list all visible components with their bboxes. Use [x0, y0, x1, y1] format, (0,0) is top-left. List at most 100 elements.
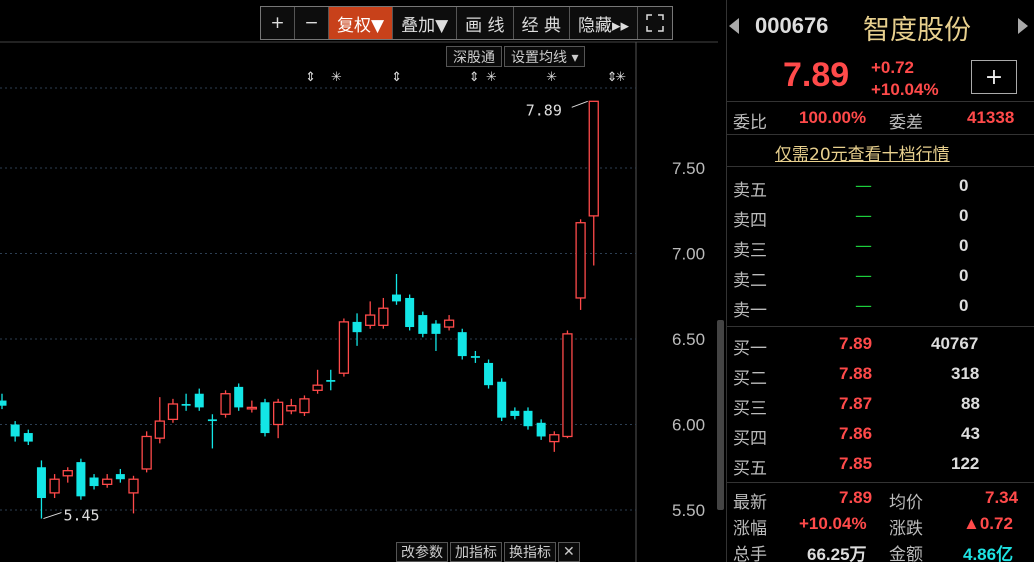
candle-body	[392, 294, 401, 302]
ask-price: —	[855, 236, 872, 256]
add-indicator-button[interactable]: 加指标	[450, 542, 502, 562]
candle-body	[0, 400, 7, 406]
indicator-bar: 改参数 加指标 换指标 ✕	[396, 542, 580, 562]
junjia-value: 7.34	[985, 488, 1019, 507]
candle-body	[49, 478, 60, 494]
high-pointer	[571, 100, 588, 108]
ask-level-label: 卖三	[733, 241, 767, 261]
bid-volume: 40767	[931, 334, 979, 353]
jine-value: 4.86亿	[963, 545, 1014, 562]
y-tick-label: 6.00	[672, 416, 705, 435]
divider	[727, 326, 1034, 327]
y-tick-label: 5.50	[672, 501, 705, 520]
event-marker-icon: ✳	[615, 70, 626, 85]
candle-body	[286, 405, 297, 412]
candle-body	[36, 467, 46, 499]
draw-line-button[interactable]: 画 线	[457, 7, 514, 39]
stock-header: 000676 智度股份	[727, 0, 1034, 52]
bid-level-label: 买四	[733, 429, 767, 449]
zuixin-label: 最新	[733, 493, 767, 513]
add-watchlist-button[interactable]: +	[971, 60, 1017, 94]
fuquan-dropdown[interactable]: 复权▼	[329, 7, 394, 39]
ask-level-label: 卖一	[733, 301, 767, 321]
close-indicator-icon[interactable]: ✕	[558, 542, 580, 562]
shengutong-button[interactable]: 深股通	[446, 46, 502, 67]
price-change-pct: +10.04%	[871, 80, 939, 99]
candle-body	[536, 422, 546, 437]
candle-body	[220, 393, 231, 415]
prev-stock-icon[interactable]	[729, 18, 739, 34]
hide-button[interactable]: 隐藏▸▸	[570, 7, 639, 39]
set-ma-dropdown[interactable]: 设置均线 ▾	[504, 46, 586, 67]
candle-body	[431, 323, 441, 334]
candle-body	[102, 478, 113, 486]
zhangfu-value: +10.04%	[799, 514, 867, 533]
candle-body	[272, 401, 284, 426]
kline-chart-area[interactable]: 7.50 7.00 6.50 6.00 5.50 ⇕ ✳ ⇕ ⇕ ✳ ✳ ⇕ ✳ 7.89 5.45 + −…	[0, 0, 724, 562]
ask-volume: 0	[959, 266, 969, 285]
candle-body	[575, 222, 586, 299]
candle-body	[523, 410, 533, 427]
divider	[727, 482, 1034, 483]
candle-body	[497, 381, 507, 418]
candle-body	[312, 384, 323, 391]
ask-price: —	[855, 296, 872, 316]
candle-body	[23, 433, 33, 442]
candle-body	[62, 470, 73, 477]
bid-volume: 122	[951, 454, 980, 473]
candle-body	[154, 420, 165, 439]
ask-volume: 0	[959, 206, 969, 225]
zoom-out-button[interactable]: −	[295, 7, 329, 39]
chart-scrollbar[interactable]	[717, 320, 724, 510]
level2-promo-link[interactable]: 仅需20元查看十档行情	[775, 140, 950, 165]
candle-body	[207, 419, 217, 422]
junjia-label: 均价	[889, 493, 923, 513]
candle-body	[234, 386, 244, 408]
classic-button[interactable]: 经 典	[514, 7, 570, 39]
candle-body	[562, 333, 573, 438]
candle-body	[299, 398, 310, 414]
event-marker-icon: ✳	[546, 70, 557, 85]
candle-body	[457, 332, 467, 357]
chart-toolbar: + − 复权▼ 叠加▼ 画 线 经 典 隐藏▸▸	[260, 6, 674, 40]
candle-body	[194, 393, 204, 408]
fullscreen-icon[interactable]	[638, 7, 672, 39]
y-tick-label: 7.00	[672, 245, 705, 264]
price-row: 7.89 +0.72 +10.04% +	[727, 52, 1034, 102]
candle-body	[338, 321, 350, 374]
candle-body	[246, 406, 258, 410]
weibi-label: 委比	[733, 113, 767, 133]
candle-body	[326, 380, 336, 382]
event-marker-icon: ✳	[331, 70, 342, 85]
event-marker-icon: ⇕	[469, 70, 480, 85]
candle-body	[443, 319, 455, 328]
stock-code: 000676	[755, 13, 829, 38]
ask-level-label: 卖二	[733, 271, 767, 291]
divider	[727, 134, 1034, 135]
candle-body	[378, 307, 389, 326]
ask-level-label: 卖四	[733, 211, 767, 231]
zongshou-value: 66.25万	[807, 545, 867, 562]
bid-price: 7.89	[839, 334, 873, 353]
zuixin-value: 7.89	[839, 488, 873, 507]
candle-body	[89, 477, 99, 487]
kline-chart[interactable]: 7.507.006.506.005.50⇕ ✳ ⇕ ⇕ ✳ ✳ ⇕✳7.895.45	[0, 0, 718, 562]
candle-body	[405, 297, 415, 328]
bid-volume: 43	[961, 424, 980, 443]
candle-body	[181, 403, 191, 406]
fullscreen-glyph	[646, 14, 664, 32]
switch-indicator-button[interactable]: 换指标	[504, 542, 556, 562]
candle-body	[418, 315, 428, 334]
next-stock-icon[interactable]	[1018, 18, 1028, 34]
bid-level-label: 买五	[733, 459, 767, 479]
change-params-button[interactable]: 改参数	[396, 542, 448, 562]
low-label: 5.45	[63, 507, 99, 525]
event-marker-icon: ✳	[486, 70, 497, 85]
zoom-in-button[interactable]: +	[261, 7, 295, 39]
candle-body	[352, 321, 362, 333]
event-marker-icon: ⇕	[391, 70, 402, 85]
event-marker-icon: ⇕	[305, 70, 316, 85]
bid-level-label: 买三	[733, 399, 767, 419]
overlay-dropdown[interactable]: 叠加▼	[393, 7, 458, 39]
divider	[727, 166, 1034, 167]
